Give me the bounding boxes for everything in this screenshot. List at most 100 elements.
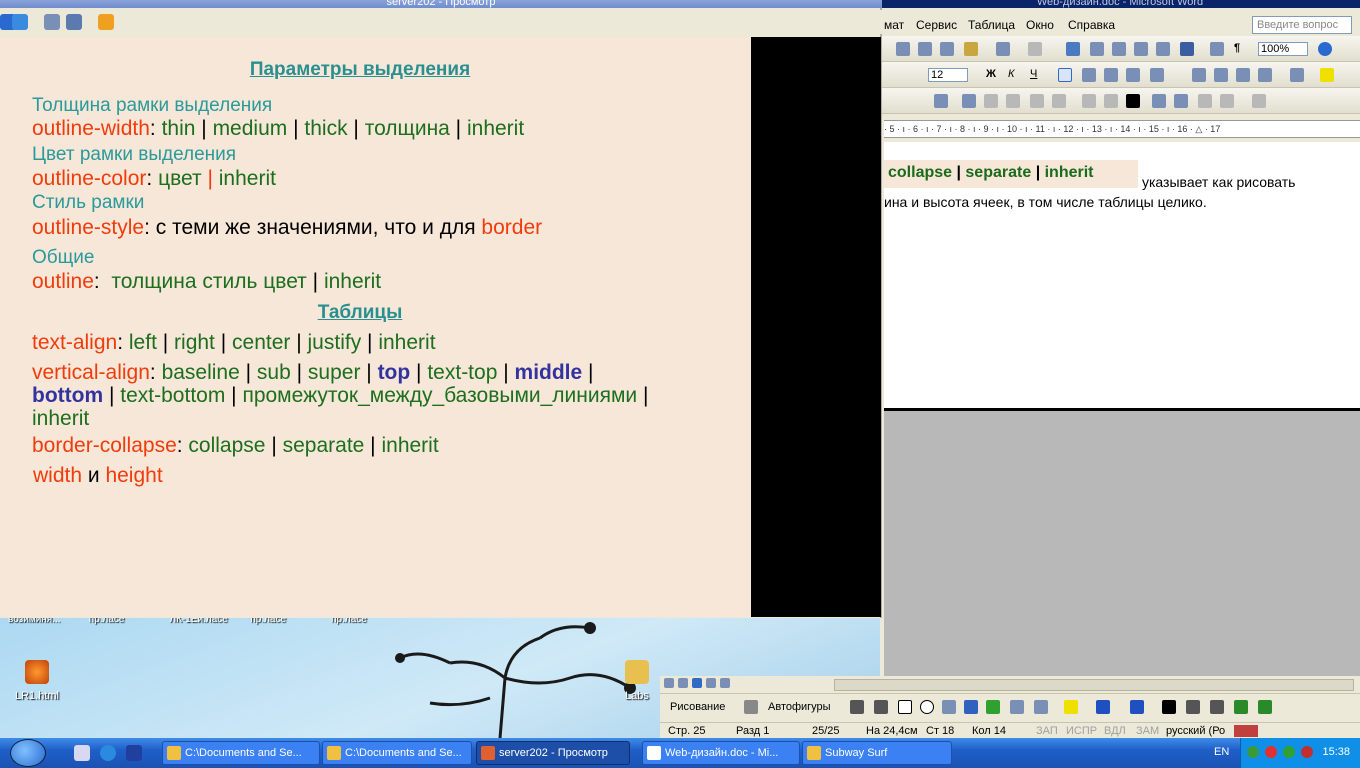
paste-icon[interactable] <box>940 42 954 56</box>
refresh-icon[interactable] <box>12 14 28 30</box>
align-left-icon[interactable] <box>1058 68 1072 82</box>
status-rec[interactable]: ЗАП <box>1036 725 1058 737</box>
reading-view-icon[interactable] <box>720 678 730 688</box>
diagram-icon[interactable] <box>986 700 1000 714</box>
hyperlink-icon[interactable] <box>1066 42 1080 56</box>
autoshapes-menu-button[interactable]: Автофигуры <box>768 701 831 713</box>
normal-view-icon[interactable] <box>664 678 674 688</box>
oval-icon[interactable] <box>920 700 934 714</box>
insert-table-icon[interactable] <box>1112 42 1126 56</box>
status-ext[interactable]: ВДЛ <box>1104 725 1126 737</box>
copy-slide-icon[interactable] <box>44 14 60 30</box>
format-picture-icon[interactable] <box>1174 94 1188 108</box>
line-style-icon[interactable] <box>1082 94 1096 108</box>
textbox-icon[interactable] <box>942 700 956 714</box>
picture-icon[interactable] <box>1034 700 1048 714</box>
rotate-icon[interactable] <box>1052 94 1066 108</box>
bold-icon[interactable]: Ж <box>986 68 996 80</box>
transparent-color-icon[interactable] <box>1198 94 1212 108</box>
task-explorer-1[interactable]: C:\Documents and Se... <box>162 741 320 765</box>
contrast-icon[interactable] <box>984 94 998 108</box>
task-viewer[interactable]: server202 - Просмотр <box>476 741 630 765</box>
format-painter-icon[interactable] <box>964 42 978 56</box>
insert-excel-icon[interactable] <box>1134 42 1148 56</box>
text-wrap-icon[interactable] <box>1152 94 1166 108</box>
wordart-icon[interactable] <box>964 700 978 714</box>
borders-icon[interactable] <box>1290 68 1304 82</box>
clock[interactable]: 15:38 <box>1322 746 1350 758</box>
bullets-icon[interactable] <box>1214 68 1228 82</box>
align-center-icon[interactable] <box>1082 68 1096 82</box>
horizontal-scrollbar[interactable] <box>834 679 1354 691</box>
undo-icon[interactable] <box>996 42 1010 56</box>
print-view-icon[interactable] <box>692 678 702 688</box>
menu-format[interactable]: мат <box>884 18 904 32</box>
word-title-bar[interactable]: Web-дизайн.doc - Microsoft Word <box>880 0 1360 8</box>
language-indicator[interactable]: EN <box>1214 746 1229 758</box>
volume-icon[interactable] <box>1283 746 1295 758</box>
close-icon[interactable] <box>98 14 114 30</box>
dash-style-icon[interactable] <box>1186 700 1200 714</box>
select-objects-icon[interactable] <box>744 700 758 714</box>
image-control-icon[interactable] <box>962 94 976 108</box>
zoom-select[interactable]: 100% <box>1258 42 1309 56</box>
drawing-icon[interactable] <box>1180 42 1194 56</box>
help-icon[interactable] <box>1318 42 1332 56</box>
line-weight-icon[interactable] <box>1126 94 1140 108</box>
line-icon[interactable] <box>850 700 864 714</box>
increase-indent-icon[interactable] <box>1258 68 1272 82</box>
menu-table[interactable]: Таблица <box>968 18 1015 32</box>
ask-question-input[interactable]: Введите вопрос <box>1252 16 1352 34</box>
line-spacing-icon[interactable] <box>1150 68 1164 82</box>
decrease-indent-icon[interactable] <box>1236 68 1250 82</box>
network-icon[interactable] <box>1247 746 1259 758</box>
media-icon[interactable] <box>126 745 142 761</box>
task-subway-surf[interactable]: Subway Surf <box>802 741 952 765</box>
status-trk[interactable]: ИСПР <box>1066 725 1097 737</box>
arrow-icon[interactable] <box>874 700 888 714</box>
shadow-icon[interactable] <box>1234 700 1248 714</box>
redo-icon[interactable] <box>1028 42 1042 56</box>
security-shield-icon[interactable] <box>1301 746 1313 758</box>
reset-picture-icon[interactable] <box>1220 94 1234 108</box>
tools-icon[interactable] <box>66 14 82 30</box>
start-button[interactable] <box>10 739 46 767</box>
show-formatting-icon[interactable]: ¶ <box>1234 42 1240 54</box>
font-color-icon[interactable] <box>1130 700 1144 714</box>
underline-icon[interactable]: Ч <box>1030 68 1037 80</box>
3d-icon[interactable] <box>1258 700 1272 714</box>
copy-icon[interactable] <box>918 42 932 56</box>
fill-color-icon[interactable] <box>1064 700 1078 714</box>
insert-picture-icon[interactable] <box>934 94 948 108</box>
line-style-draw-icon[interactable] <box>1162 700 1176 714</box>
italic-icon[interactable]: К <box>1008 68 1014 80</box>
arrow-style-icon[interactable] <box>1210 700 1224 714</box>
show-desktop-icon[interactable] <box>74 745 90 761</box>
antivirus-icon[interactable] <box>1265 746 1277 758</box>
line-color-icon[interactable] <box>1096 700 1110 714</box>
rectangle-icon[interactable] <box>898 700 912 714</box>
clipart-icon[interactable] <box>1010 700 1024 714</box>
tables-borders-icon[interactable] <box>1090 42 1104 56</box>
desktop-icon-lr1[interactable]: LR1.html <box>2 660 72 702</box>
task-word[interactable]: Web-дизайн.doc - Mi... <box>642 741 800 765</box>
status-ovr[interactable]: ЗАМ <box>1136 725 1159 737</box>
menu-window[interactable]: Окно <box>1026 18 1054 32</box>
align-right-icon[interactable] <box>1104 68 1118 82</box>
font-size-select[interactable]: 12 <box>928 68 969 82</box>
highlight-icon[interactable] <box>1320 68 1334 82</box>
toolbar-options-icon[interactable] <box>1252 94 1266 108</box>
crop-icon[interactable] <box>1030 94 1044 108</box>
drawing-menu-button[interactable]: Рисование <box>670 701 725 713</box>
viewer-title-bar[interactable]: server202 - Просмотр <box>0 0 882 8</box>
brightness-icon[interactable] <box>1006 94 1020 108</box>
task-explorer-2[interactable]: C:\Documents and Se... <box>322 741 472 765</box>
document-page[interactable]: collapse | separate | inherit указывает … <box>884 142 1360 408</box>
menu-help[interactable]: Справка <box>1068 18 1115 32</box>
ie-icon[interactable] <box>100 745 116 761</box>
document-map-icon[interactable] <box>1210 42 1224 56</box>
compress-icon[interactable] <box>1104 94 1118 108</box>
web-view-icon[interactable] <box>678 678 688 688</box>
outline-view-icon[interactable] <box>706 678 716 688</box>
spelling-status-icon[interactable] <box>1234 725 1258 737</box>
